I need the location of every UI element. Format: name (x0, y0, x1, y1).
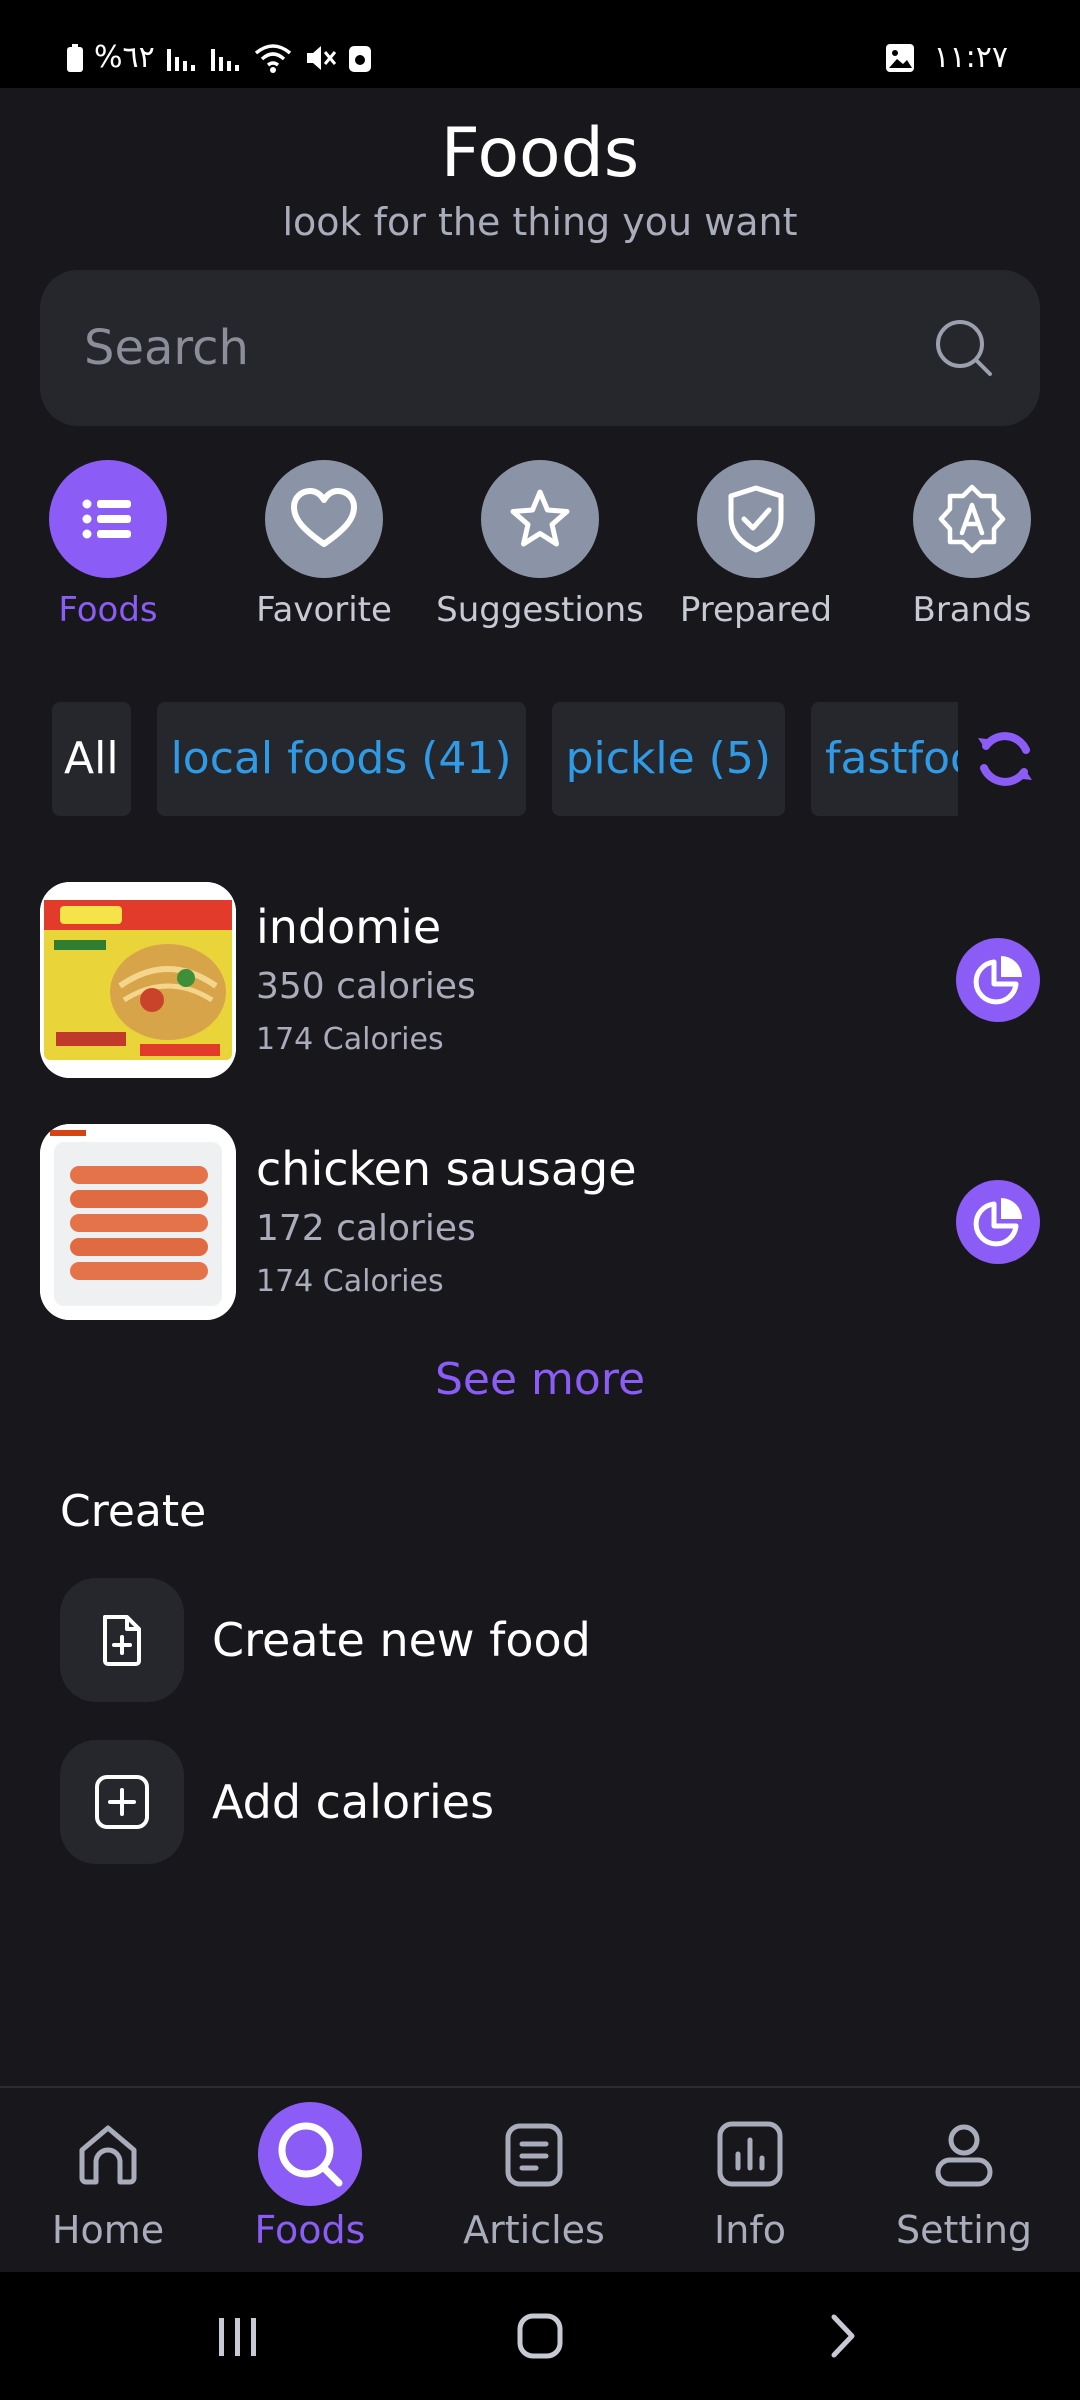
home-icon (56, 2102, 160, 2206)
home-button-icon[interactable] (508, 2304, 572, 2368)
status-bar: %٦٢ ١١:٢٧ (0, 0, 1080, 88)
category-favorite[interactable]: Favorite (216, 460, 432, 630)
category-label: Prepared (679, 590, 833, 630)
food-calories-secondary: 174 Calories (256, 1022, 444, 1057)
food-image (40, 882, 236, 1078)
square-plus-icon (60, 1740, 184, 1864)
food-name: chicken sausage (256, 1142, 637, 1196)
list-icon (49, 460, 167, 578)
see-more-link[interactable]: See more (0, 1354, 1080, 1405)
filter-chips: All local foods (41)pickle (5)fastfood (52, 702, 1052, 816)
food-calories-secondary: 174 Calories (256, 1264, 444, 1299)
nav-label: Info (714, 2208, 786, 2252)
category-brands[interactable]: Brands (864, 460, 1080, 630)
nav-articles[interactable]: Articles (426, 2102, 642, 2252)
create-section-title: Create (60, 1486, 207, 1537)
search-icon (258, 2102, 362, 2206)
chip-local-foods[interactable]: local foods (41) (156, 702, 526, 816)
recent-apps-icon[interactable] (206, 2304, 270, 2368)
star-icon (481, 460, 599, 578)
pie-chart-button[interactable] (956, 938, 1040, 1022)
file-plus-icon (60, 1578, 184, 1702)
battery-icon (66, 43, 84, 73)
wifi-icon (253, 42, 293, 74)
signal-icon-2 (209, 43, 243, 73)
category-label: Favorite (256, 590, 392, 630)
search-icon[interactable] (932, 316, 996, 380)
back-chevron-icon[interactable] (810, 2304, 874, 2368)
food-calories: 350 calories (256, 966, 476, 1007)
food-item-chicken-sausage[interactable]: chicken sausage 172 calories 174 Calorie… (40, 1124, 1040, 1320)
pie-chart-icon (973, 956, 1022, 1005)
add-calories-button[interactable]: Add calories (60, 1740, 494, 1864)
create-new-food-label: Create new food (212, 1613, 591, 1667)
category-label: Suggestions (436, 590, 644, 630)
chip-fastfood[interactable]: fastfood (811, 702, 958, 816)
nav-label: Articles (463, 2208, 605, 2252)
nav-home[interactable]: Home (0, 2102, 216, 2252)
page-title: Foods (440, 114, 640, 193)
food-image (40, 1124, 236, 1320)
category-label: Foods (58, 590, 158, 630)
add-calories-label: Add calories (212, 1775, 495, 1829)
chip-all[interactable]: All (52, 702, 131, 816)
chips-track: All local foods (41)pickle (5)fastfood (52, 702, 958, 816)
user-icon (912, 2102, 1016, 2206)
signal-icon (165, 43, 199, 73)
create-new-food-button[interactable]: Create new food (60, 1578, 591, 1702)
food-calories: 172 calories (256, 1208, 476, 1249)
page-header: Foods look for the thing you want (0, 110, 1080, 246)
nav-foods[interactable]: Foods (202, 2102, 418, 2252)
chart-icon (698, 2102, 802, 2206)
nav-setting[interactable]: Setting (856, 2102, 1072, 2252)
chip-pickle[interactable]: pickle (5) (551, 702, 785, 816)
food-item-indomie[interactable]: indomie 350 calories 174 Calories (40, 882, 1040, 1078)
nav-info[interactable]: Info (642, 2102, 858, 2252)
heart-icon (265, 460, 383, 578)
nav-label: Foods (254, 2208, 366, 2252)
app-notification-icon (347, 42, 373, 74)
status-left: %٦٢ (66, 40, 373, 75)
refresh-icon[interactable] (970, 724, 1040, 794)
bottom-navigation: Home Foods Articles Info Setting (0, 2086, 1080, 2272)
category-label: Brands (912, 590, 1032, 630)
gallery-icon (885, 43, 915, 73)
clock: ١١:٢٧ (933, 40, 1008, 75)
pie-chart-button[interactable] (956, 1180, 1040, 1264)
system-navigation (0, 2272, 1080, 2400)
mute-icon (303, 42, 337, 74)
food-name: indomie (256, 900, 442, 954)
category-prepared[interactable]: Prepared (648, 460, 864, 630)
nav-label: Home (51, 2208, 165, 2252)
shield-check-icon (697, 460, 815, 578)
article-icon (482, 2102, 586, 2206)
pie-chart-icon (973, 1198, 1022, 1247)
badge-a-icon (913, 460, 1031, 578)
search-input[interactable]: Search (84, 320, 932, 376)
battery-percent: %٦٢ (94, 40, 155, 75)
category-foods[interactable]: Foods (0, 460, 216, 630)
page-subtitle: look for the thing you want (282, 200, 798, 244)
status-right: ١١:٢٧ (885, 40, 1008, 75)
nav-label: Setting (895, 2208, 1033, 2252)
search-bar[interactable]: Search (40, 270, 1040, 426)
category-suggestions[interactable]: Suggestions (432, 460, 648, 630)
